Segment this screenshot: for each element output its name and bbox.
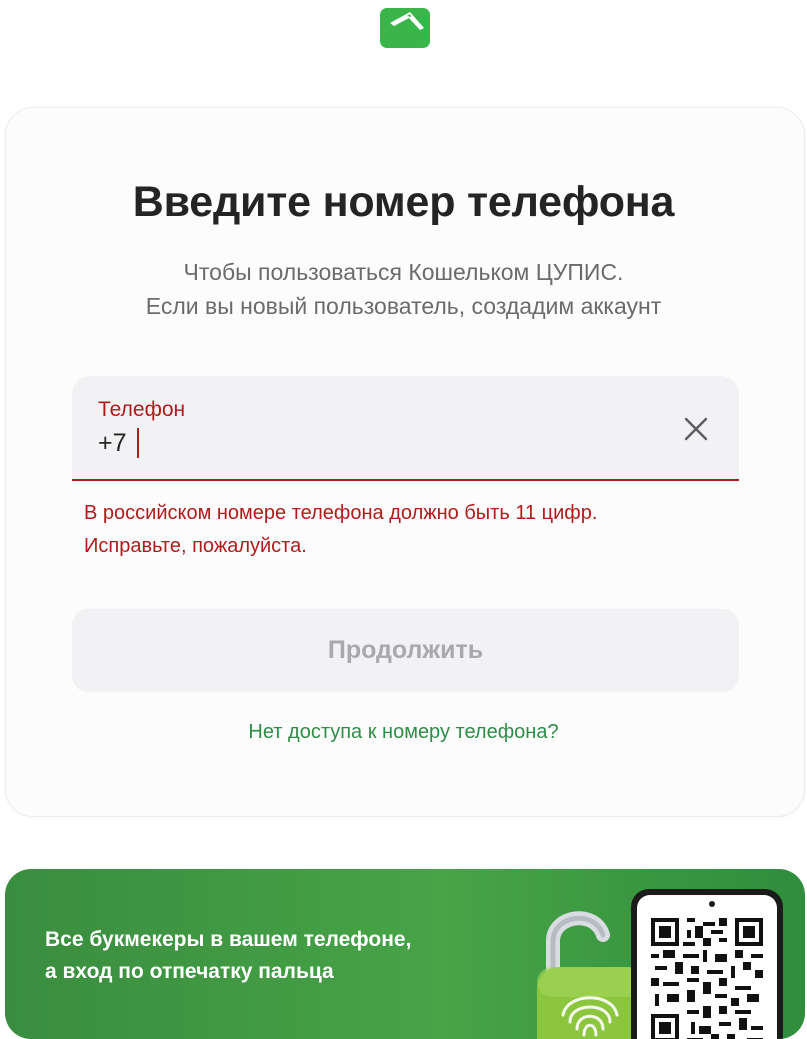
page-title: Введите номер телефона <box>132 178 675 226</box>
camera-dot <box>709 901 715 907</box>
wallet-logo-icon <box>380 8 430 48</box>
promo-banner[interactable]: Все букмекеры в вашем телефоне, а вход п… <box>5 869 805 1039</box>
clear-phone-button[interactable] <box>679 412 713 446</box>
phone-mockup <box>631 889 783 1039</box>
phone-screen <box>637 895 777 1039</box>
text-caret <box>136 428 139 458</box>
qr-code-icon <box>651 918 763 1039</box>
error-line-2: Исправьте, пожалуйста. <box>84 535 307 557</box>
banner-line-1: Все букмекеры в вашем телефоне, <box>45 928 412 951</box>
error-line-1: В российском номере телефона должно быть… <box>84 502 598 524</box>
banner-line-2: а вход по отпечатку пальца <box>45 960 334 983</box>
phone-error-message: В российском номере телефона должно быть… <box>84 497 597 563</box>
phone-input-label: Телефон <box>98 398 186 421</box>
continue-button[interactable]: Продолжить <box>72 609 739 692</box>
phone-input-field[interactable]: Телефон +7 <box>72 376 739 481</box>
subtitle-line-1: Чтобы пользоваться Кошельком ЦУПИС. <box>183 259 624 285</box>
banner-text: Все букмекеры в вашем телефоне, а вход п… <box>45 924 411 988</box>
close-icon <box>684 417 708 441</box>
phone-input[interactable]: +7 <box>98 428 139 458</box>
page-subtitle: Чтобы пользоваться Кошельком ЦУПИС. Если… <box>0 255 807 323</box>
no-phone-access-link[interactable]: Нет доступа к номеру телефона? <box>0 721 807 744</box>
subtitle-line-2: Если вы новый пользователь, создадим акк… <box>145 293 662 319</box>
phone-input-value: +7 <box>98 428 127 457</box>
